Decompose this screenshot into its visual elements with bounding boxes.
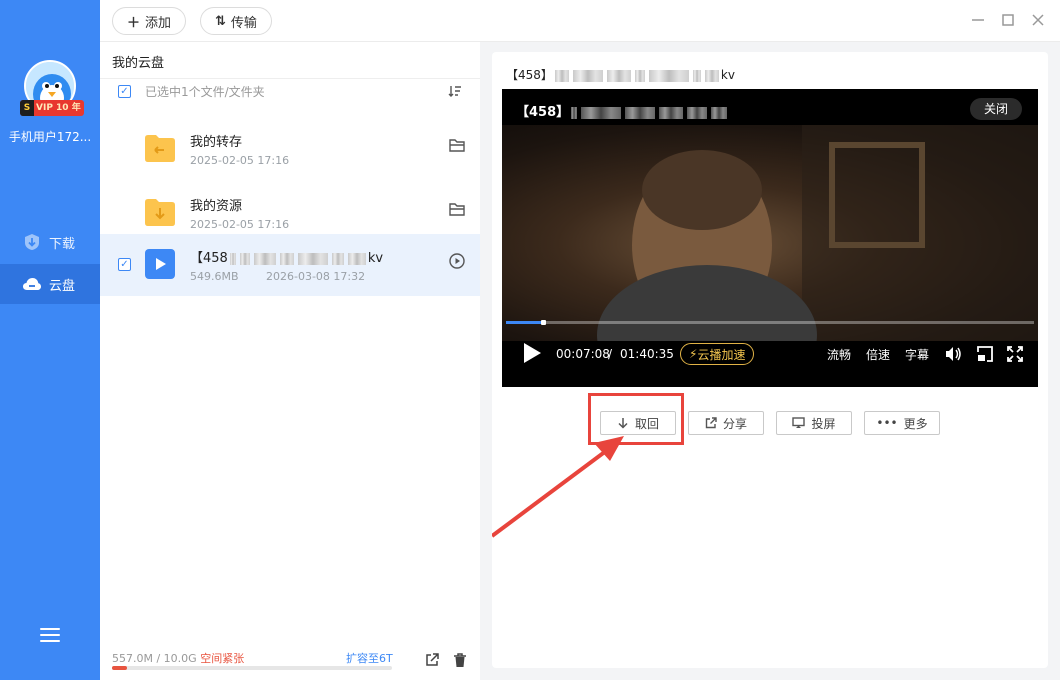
- sidebar: S VIP 10 年 手机用户172... 下载 云盘: [0, 0, 100, 680]
- vip-s-mark: S: [20, 100, 34, 116]
- transfer-button[interactable]: ⇅ 传输: [200, 7, 272, 35]
- divider: [100, 78, 480, 79]
- close-player-button[interactable]: 关闭: [970, 98, 1022, 120]
- play-icon[interactable]: [522, 342, 542, 364]
- file-list-panel: 我的云盘 ✓ 已选中1个文件/文件夹 我的转存 2025-02-05 17:16…: [100, 42, 480, 680]
- video-frame-image: [597, 125, 1038, 387]
- cloud-boost-button[interactable]: ⚡ 云播加速: [680, 343, 755, 365]
- file-size: 549.6MB: [190, 270, 239, 283]
- file-date: 2026-03-08 17:32: [266, 270, 366, 283]
- minimize-icon[interactable]: [970, 12, 986, 28]
- share-icon: [705, 417, 717, 429]
- quality-button[interactable]: 流畅: [827, 343, 851, 365]
- storage-used: 557.0M / 10.0G: [112, 652, 197, 665]
- video-frame: [502, 125, 1038, 387]
- total-time: 01:40:35: [620, 347, 674, 361]
- trash-icon[interactable]: [452, 652, 468, 668]
- folder-icon: [145, 199, 175, 226]
- username[interactable]: 手机用户172...: [0, 128, 100, 145]
- vip-label: VIP 10 年: [36, 103, 81, 113]
- share-button[interactable]: 分享: [688, 411, 764, 435]
- menu-icon[interactable]: [40, 628, 60, 646]
- storage-info: 557.0M / 10.0G 空间紧张 扩容至6T: [112, 650, 393, 666]
- video-player[interactable]: 【458】 关闭 00:07:08 / 01:40:35 ⚡ 云播加速 流畅 倍速…: [502, 89, 1038, 387]
- speed-button[interactable]: 倍速: [866, 343, 890, 365]
- nav-item-label: 云盘: [49, 278, 76, 294]
- storage-bar: [112, 666, 392, 670]
- file-name: 我的转存: [190, 135, 243, 150]
- subtitles-button[interactable]: 字幕: [905, 343, 929, 365]
- current-time: 00:07:08: [556, 347, 610, 361]
- row-checkbox[interactable]: ✓: [118, 258, 131, 271]
- preview-panel: 【458】 kv 【458】 关闭 00:07:08 / 01:40:35 ⚡ 云播…: [492, 52, 1048, 668]
- cast-icon: [792, 417, 806, 429]
- file-date: 2025-02-05 17:16: [190, 154, 290, 167]
- fullscreen-icon[interactable]: [1006, 343, 1024, 365]
- list-item-selected[interactable]: ✓ 【458 kv 549.6MB 2026-03-08 17:32: [100, 234, 480, 296]
- selection-text: 已选中1个文件/文件夹: [145, 84, 265, 99]
- add-button[interactable]: ＋ 添加: [112, 7, 187, 35]
- time-separator: /: [608, 347, 613, 361]
- more-dots-icon: •••: [876, 416, 898, 430]
- transfer-label: 传输: [230, 15, 257, 31]
- file-name: 我的资源: [190, 199, 243, 214]
- file-date: 2025-02-05 17:16: [190, 218, 290, 231]
- sort-icon[interactable]: [448, 84, 462, 98]
- more-label: 更多: [903, 416, 928, 431]
- file-name: 【458 kv: [190, 251, 384, 266]
- nav-item-cloud[interactable]: 云盘: [0, 264, 100, 304]
- download-icon: [22, 232, 42, 252]
- progress-fill: [506, 321, 544, 324]
- volume-icon[interactable]: [944, 343, 962, 365]
- progress-bar[interactable]: [506, 320, 1034, 325]
- video-file-icon: [145, 249, 175, 279]
- nav-item-download[interactable]: 下载: [0, 222, 100, 262]
- storage-warning: 空间紧张: [200, 652, 245, 665]
- open-folder-icon[interactable]: [448, 136, 466, 154]
- nav-item-label: 下载: [49, 236, 76, 252]
- breadcrumb[interactable]: 我的云盘: [112, 52, 164, 71]
- export-icon[interactable]: [424, 652, 440, 668]
- highlight-box: [588, 393, 684, 445]
- add-label: 添加: [145, 15, 172, 31]
- lightning-icon: ⚡: [689, 347, 698, 361]
- folder-icon: [145, 135, 175, 162]
- select-all-checkbox[interactable]: ✓: [118, 84, 131, 98]
- list-item[interactable]: 我的转存 2025-02-05 17:16: [100, 118, 480, 180]
- storage-bar-fill: [112, 666, 128, 670]
- cast-button[interactable]: 投屏: [776, 411, 852, 435]
- transfer-icon: ⇅: [215, 13, 226, 29]
- progress-knob[interactable]: [541, 320, 547, 325]
- share-label: 分享: [722, 416, 747, 431]
- video-title: 【458】: [516, 101, 729, 120]
- selection-bar: ✓ 已选中1个文件/文件夹: [118, 82, 265, 100]
- close-icon[interactable]: [1030, 12, 1046, 28]
- preview-file-title: 【458】 kv: [506, 68, 735, 82]
- open-folder-icon[interactable]: [448, 200, 466, 218]
- picture-in-picture-icon[interactable]: [976, 343, 994, 365]
- maximize-icon[interactable]: [1000, 12, 1016, 28]
- cast-label: 投屏: [811, 416, 836, 431]
- topbar: ＋ 添加 ⇅ 传输: [100, 0, 1060, 42]
- vip-badge: S VIP 10 年: [20, 100, 84, 116]
- more-button[interactable]: ••• 更多: [864, 411, 940, 435]
- cloud-icon: [22, 274, 42, 294]
- play-circle-icon[interactable]: [448, 252, 466, 270]
- plus-icon: ＋: [127, 15, 141, 31]
- expand-storage-link[interactable]: 扩容至6T: [346, 650, 393, 666]
